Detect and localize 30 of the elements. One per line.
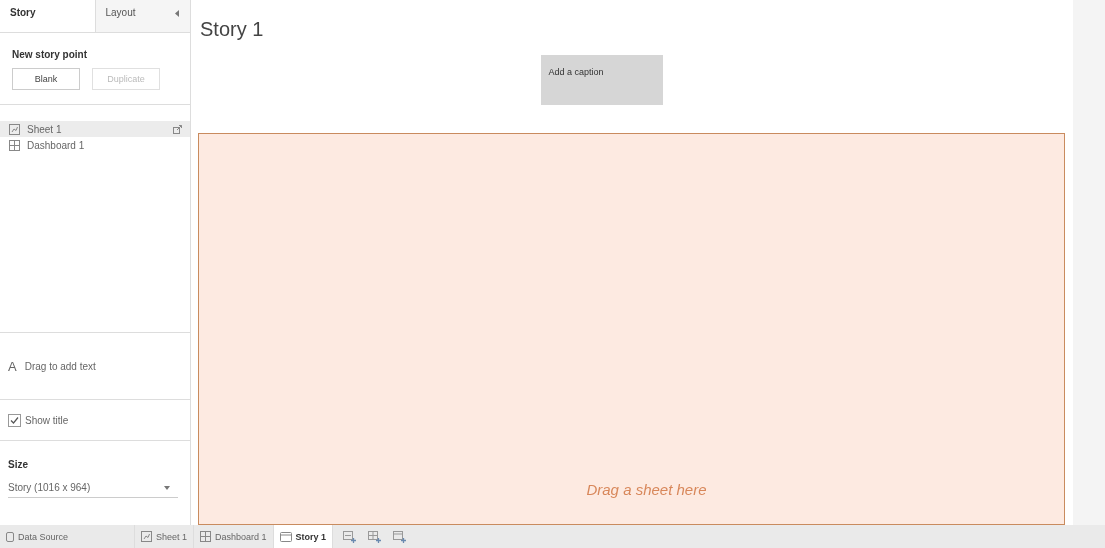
sheet-tab[interactable]: Story 1 [273, 525, 334, 548]
new-window-icon[interactable] [173, 124, 182, 134]
collapse-icon[interactable] [175, 10, 180, 17]
sheet-icon [9, 123, 20, 135]
new-dashboard-icon[interactable] [368, 530, 382, 543]
show-title-label: Show title [25, 414, 69, 426]
caret-icon [164, 486, 170, 490]
new-worksheet-icon[interactable] [343, 530, 357, 543]
sheet-icon [141, 531, 152, 542]
text-object-label[interactable]: Drag to add text [24, 360, 96, 372]
text-object-glyph: A [8, 358, 17, 374]
section-heading: New story point [12, 49, 88, 60]
new-story-icon[interactable] [393, 530, 407, 543]
sheet-tab[interactable]: Sheet 1 [135, 525, 195, 548]
show-title-checkbox[interactable] [8, 413, 21, 427]
sheet-tab[interactable]: Dashboard 1 [194, 525, 274, 548]
drop-hint: Drag a sheet here [585, 481, 707, 498]
story-point-button[interactable]: Blank [12, 68, 80, 90]
sheet-item[interactable]: Dashboard 1 [0, 137, 190, 153]
sheet-item[interactable]: Sheet 1 [0, 121, 190, 137]
dashboard-icon [200, 531, 212, 542]
sheet-tab[interactable]: Data Source [0, 525, 135, 548]
panel-tab[interactable]: Layout [94, 0, 190, 32]
dashboard-icon [9, 139, 20, 151]
section-heading: Size [8, 459, 29, 470]
size-dropdown[interactable]: Story (1016 x 964) [8, 478, 178, 498]
caption-box[interactable]: Add a caption [540, 55, 663, 105]
story-title: Story 1 [199, 17, 265, 42]
datasource-icon [6, 531, 14, 542]
story-icon [279, 531, 292, 542]
